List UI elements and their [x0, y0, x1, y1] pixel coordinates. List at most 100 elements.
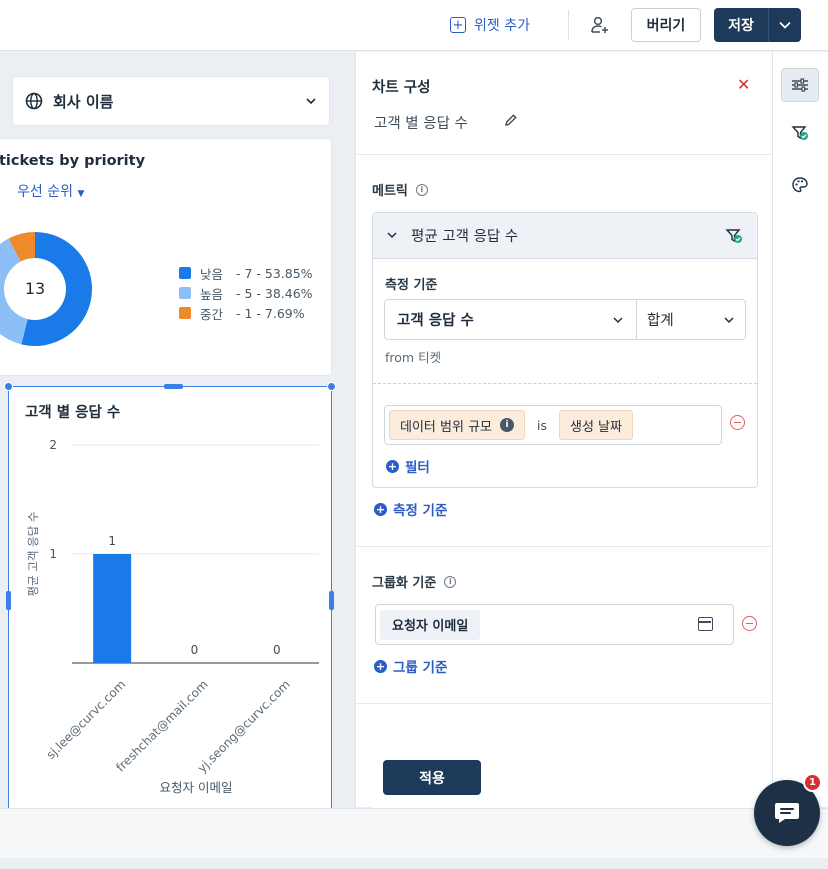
add-filter-button[interactable]: + 필터: [386, 456, 430, 476]
legend-item: 높음 - 5 - 38.46%: [179, 283, 313, 303]
responses-by-customer-card[interactable]: 고객 별 응답 수 1 2 1 sj.lee@curvc.com 0 freshchat@…: [8, 386, 332, 816]
group-by-field: 요청자 이메일: [375, 604, 734, 645]
aggregation-value: 합계: [647, 313, 674, 329]
resize-handle-top-right[interactable]: [327, 382, 336, 391]
aggregation-select[interactable]: 합계: [637, 300, 745, 339]
group-by-dropdown[interactable]: 우선 순위 ▼: [17, 181, 84, 201]
save-options-button[interactable]: [769, 8, 801, 42]
legend-name: 높음: [200, 286, 224, 302]
filter-field-label: 데이터 범위 규모: [400, 419, 492, 435]
style-tab[interactable]: [781, 168, 819, 202]
x-axis-title: 요청자 이메일: [160, 780, 233, 795]
add-filter-label: 필터: [405, 460, 430, 476]
plus-circle-icon: +: [386, 459, 399, 473]
legend-value: - 5 - 38.46%: [236, 285, 313, 301]
notification-badge: 1: [803, 773, 822, 792]
resize-handle-top[interactable]: [164, 384, 183, 389]
plus-square-icon: +: [450, 17, 466, 33]
bar[interactable]: [93, 554, 132, 663]
panel-title: 차트 구성: [372, 80, 431, 96]
side-rail: [772, 52, 828, 807]
group-label: 그룹화 기준: [372, 576, 437, 591]
legend-value: - 7 - 53.85%: [236, 265, 313, 281]
info-icon[interactable]: i: [500, 418, 514, 432]
divider: [356, 154, 773, 155]
sliders-icon: [792, 78, 808, 92]
add-widget-label: 위젯 추가: [474, 18, 530, 34]
chart-name: 고객 별 응답 수: [374, 116, 468, 132]
user-add-icon: [591, 16, 608, 33]
source-label: from 티켓: [385, 350, 442, 365]
resize-handle-left[interactable]: [6, 591, 11, 610]
info-icon[interactable]: i: [444, 575, 457, 588]
group-field-chip[interactable]: 요청자 이메일: [380, 609, 481, 640]
close-icon[interactable]: ✕: [737, 75, 750, 94]
company-name-filter[interactable]: 회사 이름: [12, 76, 330, 126]
add-measure-button[interactable]: + 측정 기준: [374, 499, 447, 519]
apply-button[interactable]: 적용: [383, 760, 481, 795]
chat-icon: [775, 803, 799, 823]
metric-header[interactable]: 평균 고객 응답 수: [373, 213, 757, 259]
discard-button[interactable]: 버리기: [631, 8, 701, 42]
x-tick-label: freshchat@mail.com: [113, 677, 210, 774]
legend-item: 낮음 - 7 - 53.85%: [179, 263, 313, 283]
edit-name-button[interactable]: [504, 112, 518, 131]
card-title: tickets by priority: [0, 153, 146, 169]
add-widget-button[interactable]: + 위젯 추가: [450, 15, 530, 35]
measure-field-select[interactable]: 고객 응답 수: [385, 300, 637, 339]
remove-filter-icon[interactable]: [730, 415, 745, 430]
plus-circle-icon: +: [374, 502, 387, 516]
settings-tab[interactable]: [781, 68, 819, 102]
chevron-down-icon: [613, 316, 623, 323]
divider: [356, 546, 773, 547]
measure-select-group: 고객 응답 수 합계: [384, 299, 746, 340]
y-tick-label: 1: [49, 547, 57, 561]
caret-down-icon: ▼: [77, 189, 85, 199]
remove-group-icon[interactable]: [742, 616, 757, 631]
group-section-label: 그룹화 기준 i: [372, 572, 457, 591]
filter-value-chip[interactable]: 생성 날짜: [559, 410, 633, 440]
palette-icon: [792, 177, 808, 193]
calendar-icon[interactable]: [698, 617, 713, 631]
top-bar: + 위젯 추가 버리기 저장: [0, 0, 828, 51]
chart-config-panel: 차트 구성 ✕ 고객 별 응답 수 메트릭 i 평균 고객 응답 수 측정 기준…: [355, 52, 773, 807]
y-tick-label: 2: [49, 438, 57, 452]
filter-operator: is: [537, 417, 547, 433]
legend-value: - 1 - 7.69%: [236, 305, 305, 321]
legend-name: 중간: [200, 306, 224, 322]
divider: [356, 703, 773, 704]
donut-total: 13: [25, 279, 45, 298]
tickets-by-priority-card[interactable]: tickets by priority 우선 순위 ▼ 13 낮음 - 7 - …: [0, 138, 332, 376]
donut-chart: 13: [0, 232, 93, 346]
legend-swatch: [179, 307, 191, 319]
resize-handle-right[interactable]: [329, 591, 334, 610]
filter-check-icon[interactable]: [725, 227, 743, 245]
data-label: 0: [273, 643, 281, 657]
save-button-group: 저장: [714, 8, 801, 42]
save-button[interactable]: 저장: [714, 8, 769, 42]
filter-value-label: 생성 날짜: [570, 419, 622, 435]
pencil-icon: [505, 114, 517, 126]
resize-handle-top-left[interactable]: [4, 382, 13, 391]
filter-tab[interactable]: [781, 116, 819, 150]
add-measure-label: 측정 기준: [393, 503, 448, 519]
metric-name: 평균 고객 응답 수: [411, 229, 519, 245]
bar-chart: 1 2 1 sj.lee@curvc.com 0 freshchat@mail.com 0 y…: [26, 438, 319, 795]
y-axis-title: 평균 고객 응답 수: [26, 511, 40, 596]
filter-field-chip[interactable]: 데이터 범위 규모 i: [389, 410, 525, 440]
toolbar-divider: [568, 10, 569, 40]
info-icon[interactable]: i: [415, 183, 428, 196]
filter-condition: 데이터 범위 규모 i is 생성 날짜: [384, 405, 722, 445]
filter-check-icon: [791, 126, 808, 140]
add-group-label: 그룹 기준: [393, 660, 448, 676]
x-tick-label: sj.lee@curvc.com: [44, 677, 129, 762]
chevron-down-icon: [306, 98, 316, 105]
chevron-down-icon: [724, 316, 734, 323]
metric-label: 메트릭: [372, 184, 408, 199]
x-tick-label: yj.seong@curvc.com: [195, 677, 293, 775]
share-user-button[interactable]: [590, 15, 610, 35]
metric-section-label: 메트릭 i: [372, 180, 428, 199]
add-group-button[interactable]: + 그룹 기준: [374, 656, 447, 676]
chevron-down-icon: [779, 21, 791, 29]
metric-card: 평균 고객 응답 수 측정 기준 고객 응답 수 합계 from 티켓 데이터 …: [372, 212, 758, 488]
